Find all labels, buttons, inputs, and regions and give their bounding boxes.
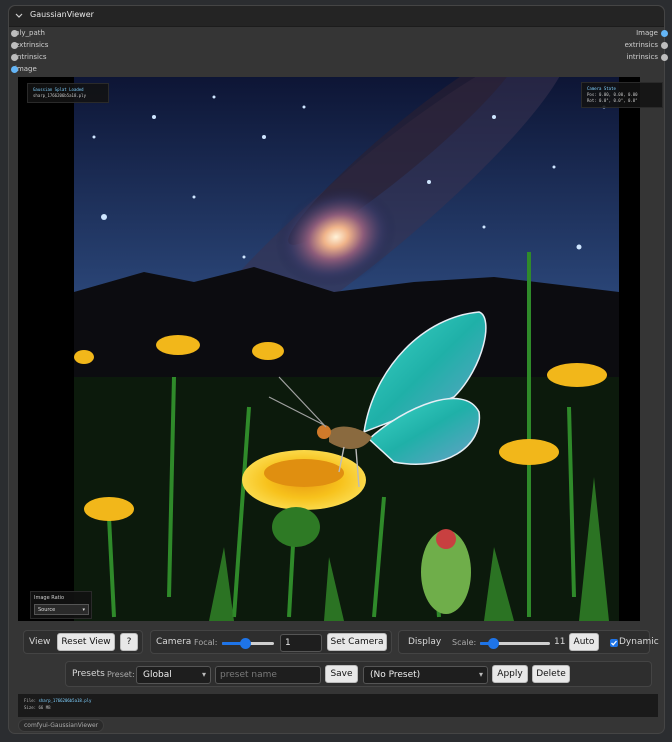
focal-slider[interactable] [222,638,274,649]
scale-slider[interactable] [480,638,550,649]
camera-label: Camera [156,637,192,647]
output-port-dot[interactable] [661,54,668,61]
reset-view-button[interactable]: Reset View [57,633,115,651]
display-panel: Display Scale: 11 Auto Dynamic [398,630,659,654]
display-label: Display [408,637,442,647]
checkmark-icon [611,640,617,646]
camera-panel: Camera Focal: 1 Set Camera [150,630,392,654]
chevron-down-icon: ▾ [201,670,206,679]
set-camera-button[interactable]: Set Camera [327,633,387,651]
chevron-down-icon: ▾ [82,607,85,613]
preset-select[interactable]: (No Preset) ▾ [363,666,488,684]
chevron-down-icon: ▾ [478,670,483,679]
input-port-dot[interactable] [11,30,18,37]
view-label: View [29,637,51,647]
size-value: 66 MB [38,705,51,710]
preset-label: Preset: [107,670,135,679]
output-port-dot[interactable] [661,30,668,37]
gaussian-viewer-node: GaussianViewer ply_path extrinsics intri… [8,5,668,734]
file-value: sharp_1766206b5a18.ply [38,698,92,703]
extension-badge: comfyui-GaussianViewer [18,719,105,732]
output-extrinsics[interactable]: extrinsics [625,40,668,51]
preset-scope-value: Global [143,670,172,680]
input-extrinsics[interactable]: extrinsics [11,40,48,51]
size-label: Size: [24,705,37,710]
view-panel: View Reset View ? [23,630,143,654]
image-ratio-label: Image Ratio [34,595,65,601]
input-port-dot[interactable] [11,54,18,61]
chevron-down-icon[interactable] [14,9,24,23]
load-status-file: sharp_1766206b5a18.ply [33,93,86,98]
scale-value: 11 [554,637,566,647]
size-info-row: Size: 66 MB [24,704,652,711]
input-port-dot[interactable] [11,66,18,73]
output-intrinsics[interactable]: intrinsics [627,52,668,63]
focal-label: Focal: [194,638,218,647]
scene-image [74,77,619,621]
image-ratio-select[interactable]: Source ▾ [34,604,89,615]
input-port-dot[interactable] [11,42,18,49]
auto-button[interactable]: Auto [569,633,599,651]
output-port-dot[interactable] [661,42,668,49]
apply-preset-button[interactable]: Apply [492,665,528,683]
dynamic-label: Dynamic [619,637,659,647]
file-info-row: File: sharp_1766206b5a18.ply [24,697,652,704]
output-image[interactable]: Image [636,28,668,39]
input-image[interactable]: image [11,64,37,75]
input-intrinsics[interactable]: intrinsics [11,52,46,63]
image-ratio-box: Image Ratio Source ▾ [30,591,92,619]
help-button[interactable]: ? [120,633,138,651]
preset-select-value: (No Preset) [370,670,421,680]
image-ratio-value: Source [38,607,56,613]
node-title: GaussianViewer [30,10,94,19]
slider-thumb[interactable] [487,638,499,649]
gaussian-viewport[interactable]: Gaussian Splat Loaded sharp_1766206b5a18… [18,77,663,621]
node-header[interactable]: GaussianViewer [9,6,664,27]
focal-input[interactable]: 1 [280,634,322,652]
rendered-scene[interactable] [74,77,619,621]
slider-thumb[interactable] [240,638,252,649]
camera-rotation: Rot: 0.0°, 0.0°, 0.0° [587,98,638,103]
delete-preset-button[interactable]: Delete [532,665,570,683]
dynamic-checkbox[interactable] [610,639,618,647]
camera-state-overlay: Camera State Pos: 0.00, 0.00, 0.00 Rot: … [581,82,663,108]
preset-scope-select[interactable]: Global ▾ [136,666,211,684]
input-ply-path[interactable]: ply_path [11,28,45,39]
save-preset-button[interactable]: Save [325,665,358,683]
file-label: File: [24,698,37,703]
file-info-bar: File: sharp_1766206b5a18.ply Size: 66 MB [18,694,658,717]
scale-label: Scale: [452,638,477,647]
load-status-overlay: Gaussian Splat Loaded sharp_1766206b5a18… [27,83,109,103]
preset-name-input[interactable]: preset name [215,666,321,684]
presets-label: Presets [72,669,105,679]
presets-panel: Presets Preset: Global ▾ preset name Sav… [65,661,652,687]
